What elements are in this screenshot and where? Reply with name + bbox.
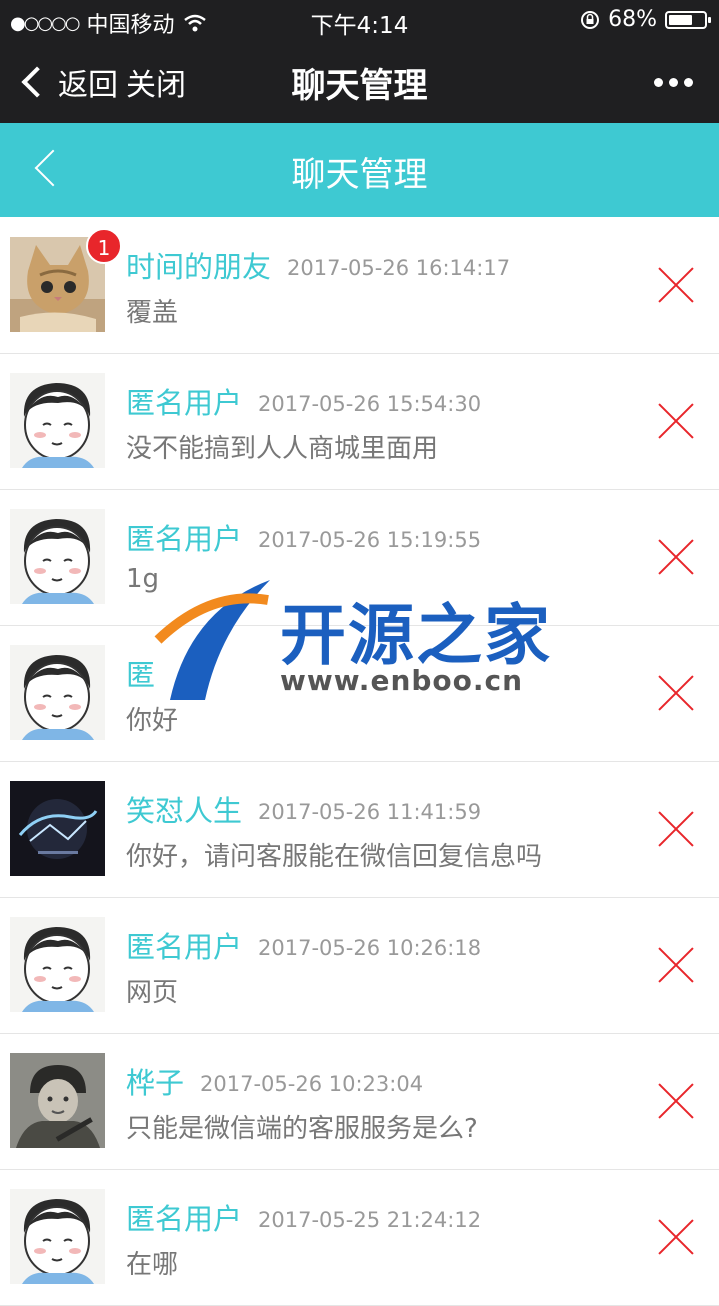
chat-last-message: 覆盖	[126, 298, 179, 328]
chat-list: 1 时间的朋友 2017-05-26 16:14:17 覆盖匿名用户 2017-05-2…	[0, 218, 719, 1306]
avatar	[10, 373, 105, 468]
avatar	[10, 509, 105, 604]
chat-user-name: 匿名用户	[126, 522, 243, 556]
avatar	[10, 917, 105, 1012]
chat-row[interactable]: 桦子 2017-05-26 10:23:04 只能是微信端的客服服务是么?	[0, 1034, 719, 1170]
rotation-lock-icon	[581, 10, 600, 29]
header-title: 聊天管理	[291, 155, 428, 195]
chat-row[interactable]: 匿名用户 2017-05-25 21:24:12 在哪	[0, 1170, 719, 1306]
app-header: 聊天管理	[0, 123, 719, 217]
avatar	[10, 1189, 105, 1284]
chat-user-name: 匿名用户	[126, 930, 243, 964]
battery-icon	[665, 10, 711, 29]
chat-row[interactable]: 笑怼人生 2017-05-26 11:41:59 你好，请问客服能在微信回复信息吗	[0, 762, 719, 898]
chat-user-name: 匿名用户	[126, 386, 243, 420]
chat-name-line: 匿名用户 2017-05-25 21:24:12	[126, 1196, 481, 1238]
page-title: 聊天管理	[291, 66, 428, 106]
chat-last-message: 你好，请问客服能在微信回复信息吗	[126, 842, 543, 872]
chat-name-line: 笑怼人生 2017-05-26 11:41:59	[126, 788, 481, 830]
chat-row[interactable]: 1 时间的朋友 2017-05-26 16:14:17 覆盖	[0, 218, 719, 354]
delete-chat-icon[interactable]	[658, 948, 694, 984]
delete-chat-icon[interactable]	[658, 1220, 694, 1256]
chat-row[interactable]: 匿名用户 2017-05-26 15:19:55 1g	[0, 490, 719, 626]
avatar	[10, 1053, 105, 1148]
chat-user-name: 时间的朋友	[126, 250, 272, 284]
chat-timestamp: 2017-05-26 15:19:55	[258, 528, 482, 552]
delete-chat-icon[interactable]	[658, 540, 694, 576]
status-bar: ●○○○○ 中国移动 下午4:14 68%	[0, 0, 719, 40]
chat-timestamp: 2017-05-26 16:14:17	[287, 256, 511, 280]
delete-chat-icon[interactable]	[658, 676, 694, 712]
chat-name-line: 匿	[126, 652, 171, 694]
chat-user-name: 匿	[126, 658, 156, 692]
chat-name-line: 匿名用户 2017-05-26 15:19:55	[126, 516, 481, 558]
chat-name-line: 匿名用户 2017-05-26 10:26:18	[126, 924, 481, 966]
chat-user-name: 笑怼人生	[126, 794, 243, 828]
delete-chat-icon[interactable]	[658, 812, 694, 848]
chat-last-message: 在哪	[126, 1250, 179, 1280]
avatar	[10, 645, 105, 740]
chat-last-message: 你好	[126, 706, 179, 736]
chat-last-message: 网页	[126, 978, 179, 1008]
chat-timestamp: 2017-05-26 10:26:18	[258, 936, 482, 960]
chat-last-message: 只能是微信端的客服服务是么?	[126, 1114, 478, 1144]
chat-row[interactable]: 匿名用户 2017-05-26 15:54:30 没不能搞到人人商城里面用	[0, 354, 719, 490]
chat-user-name: 匿名用户	[126, 1202, 243, 1236]
chat-user-name: 桦子	[126, 1066, 185, 1100]
chat-last-message: 1g	[126, 564, 160, 594]
chat-timestamp: 2017-05-26 10:23:04	[200, 1072, 424, 1096]
delete-chat-icon[interactable]	[658, 404, 694, 440]
chat-timestamp: 2017-05-26 11:41:59	[258, 800, 482, 824]
avatar	[10, 781, 105, 876]
delete-chat-icon[interactable]	[658, 268, 694, 304]
battery-percent: 68%	[608, 7, 657, 32]
chat-timestamp: 2017-05-25 21:24:12	[258, 1208, 482, 1232]
chat-name-line: 匿名用户 2017-05-26 15:54:30	[126, 380, 481, 422]
chat-name-line: 桦子 2017-05-26 10:23:04	[126, 1060, 423, 1102]
unread-badge: 1	[86, 228, 122, 264]
chat-timestamp: 2017-05-26 15:54:30	[258, 392, 482, 416]
delete-chat-icon[interactable]	[658, 1084, 694, 1120]
more-options-icon[interactable]	[654, 78, 693, 87]
chat-name-line: 时间的朋友 2017-05-26 16:14:17	[126, 244, 510, 286]
wechat-nav-bar: 返回 关闭 聊天管理	[0, 40, 719, 123]
chat-last-message: 没不能搞到人人商城里面用	[126, 434, 439, 464]
battery-level-fill	[669, 14, 692, 25]
chat-row[interactable]: 匿你好	[0, 626, 719, 762]
chat-row[interactable]: 匿名用户 2017-05-26 10:26:18 网页	[0, 898, 719, 1034]
